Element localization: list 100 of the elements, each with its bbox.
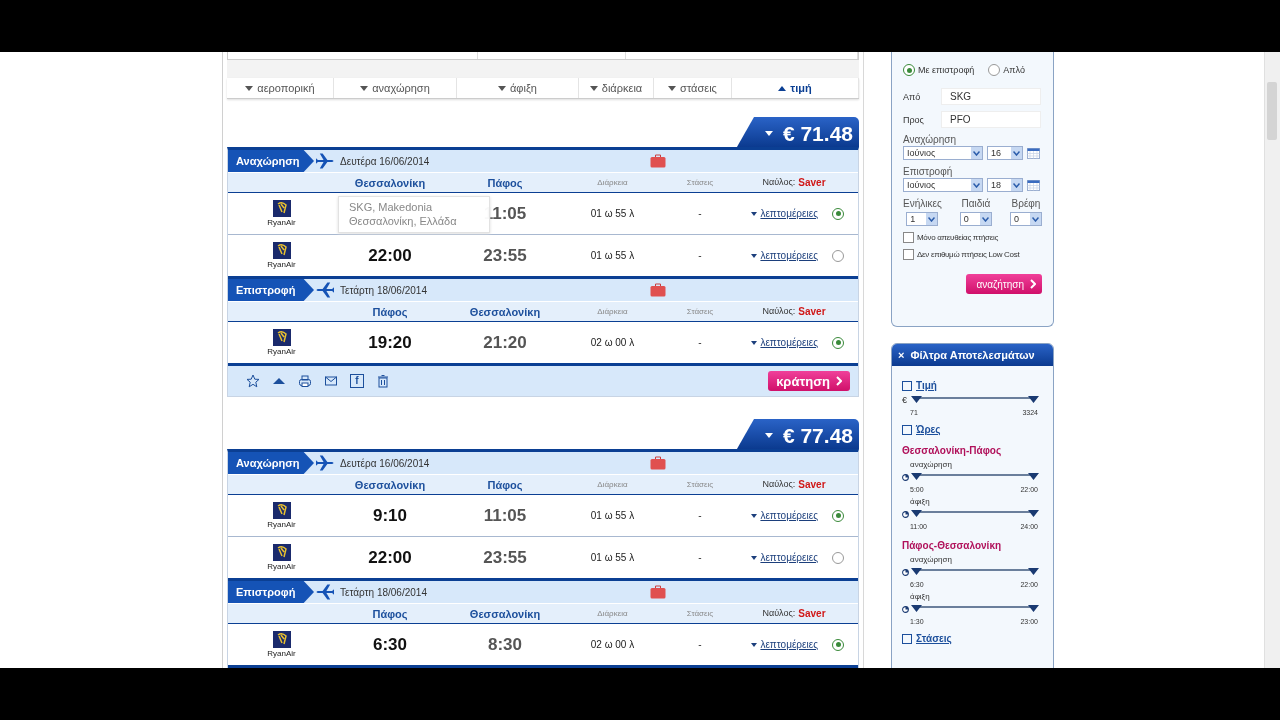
field-label: Προς	[903, 114, 925, 125]
sort-tab[interactable]: αναχώρηση	[334, 78, 457, 98]
column-header: Διάρκεια	[596, 609, 629, 618]
caret-icon	[751, 211, 758, 216]
print-icon[interactable]	[298, 374, 312, 388]
radio-label: Με επιστροφή	[918, 65, 975, 75]
chevron-icon	[1030, 279, 1036, 289]
flight-radio[interactable]	[832, 509, 844, 522]
collapse-icon[interactable]	[902, 633, 912, 644]
departure-time: 9:10	[372, 505, 408, 526]
sort-down-icon	[589, 85, 598, 91]
month-select[interactable]: Ιούνιος	[903, 146, 983, 160]
segment-date: Τετάρτη 18/06/2014	[340, 284, 427, 296]
details-link[interactable]: λεπτομέρειες	[751, 639, 818, 650]
trash-icon[interactable]	[376, 374, 390, 388]
duration: 01 ω 55 λ	[589, 510, 636, 521]
airline-name: RyanAir	[267, 218, 296, 227]
suitcase-icon	[650, 585, 666, 599]
collapse-icon[interactable]	[902, 380, 912, 391]
clock-icon	[902, 511, 909, 518]
fare-type: Saver	[798, 479, 826, 490]
fare-label: Ναύλος:	[762, 177, 796, 188]
caret-icon	[751, 340, 758, 345]
fare-label: Ναύλος:	[762, 479, 796, 490]
airline-logo-icon	[272, 329, 291, 346]
arrival-time: 23:55	[482, 547, 528, 568]
duration: 01 ω 55 λ	[589, 250, 636, 261]
details-link[interactable]: λεπτομέρειες	[751, 337, 818, 348]
sort-tab[interactable]: διάρκεια	[579, 78, 654, 98]
calendar-icon[interactable]	[1027, 147, 1040, 159]
departure-time: 6:30	[372, 634, 408, 655]
details-link[interactable]: λεπτομέρειες	[751, 552, 818, 563]
airline-logo-icon	[272, 242, 291, 259]
airline-name: RyanAir	[267, 520, 296, 529]
flight-radio[interactable]	[832, 336, 844, 349]
slider-label: αναχώρηση	[910, 460, 953, 469]
trip-radio[interactable]	[988, 64, 1001, 76]
column-header: Πάφος	[486, 478, 524, 491]
search-button[interactable]: αναζήτηση	[966, 274, 1042, 294]
sort-tab[interactable]: στάσεις	[654, 78, 732, 98]
caret-icon	[751, 555, 758, 560]
fare-type: Saver	[798, 306, 826, 317]
flight-radio[interactable]	[832, 249, 844, 262]
sort-down-icon	[360, 85, 369, 91]
field-label: Από	[903, 91, 922, 102]
column-header: Στάσεις	[685, 480, 715, 489]
route-heading: Θεσσαλονίκη-Πάφος	[902, 445, 1003, 456]
flight-radio[interactable]	[832, 551, 844, 564]
checkbox-label: Δεν επιθυμώ πτήσεις Low Cost	[917, 250, 1020, 259]
sort-tab[interactable]: αεροπορική	[227, 78, 334, 98]
day-select[interactable]: 16	[987, 146, 1023, 160]
filter-heading[interactable]: Τιμή	[916, 380, 937, 391]
mail-icon[interactable]	[324, 374, 338, 388]
details-link[interactable]: λεπτομέρειες	[751, 510, 818, 521]
filter-heading[interactable]: Ώρες	[916, 424, 941, 435]
count-select[interactable]: 0	[959, 212, 992, 226]
count-select[interactable]: 0	[1010, 212, 1042, 226]
trip-radio[interactable]	[903, 64, 915, 76]
price-tab[interactable]: € 71.48	[736, 117, 859, 147]
duration: 01 ω 55 λ	[589, 552, 636, 563]
count-select[interactable]: 1	[906, 212, 939, 226]
close-button[interactable]: ×	[898, 349, 905, 361]
filters-title: Φίλτρα Αποτελεσμάτων	[910, 349, 1035, 361]
field-label: Βρέφη	[1011, 198, 1041, 209]
stops: -	[697, 510, 703, 521]
field-label: Αναχώρηση	[903, 134, 958, 145]
plane-icon	[316, 455, 334, 471]
checkbox[interactable]	[903, 249, 914, 260]
airline-logo-icon	[272, 631, 291, 648]
flight-radio[interactable]	[832, 638, 844, 651]
segment-date: Τετάρτη 18/06/2014	[340, 586, 427, 598]
origin-field[interactable]: SKG	[941, 88, 1041, 105]
sort-tab[interactable]: τιμή	[732, 78, 859, 98]
month-select[interactable]: Ιούνιος	[903, 178, 983, 192]
calendar-icon[interactable]	[1027, 179, 1040, 191]
day-select[interactable]: 18	[987, 178, 1023, 192]
star-icon[interactable]	[246, 374, 260, 388]
stops: -	[697, 639, 703, 650]
details-link[interactable]: λεπτομέρειες	[751, 250, 818, 261]
destination-field[interactable]: PFO	[941, 111, 1041, 128]
checkbox[interactable]	[903, 232, 914, 243]
departure-time: 22:00	[367, 547, 413, 568]
arrival-time: 8:30	[487, 634, 523, 655]
slider-label: άφιξη	[910, 497, 931, 506]
book-button[interactable]: κράτηση	[768, 371, 850, 391]
flight-radio[interactable]	[832, 207, 844, 220]
collapse-icon[interactable]	[902, 424, 912, 435]
share-button[interactable]: f	[350, 374, 364, 388]
sort-tab[interactable]: άφιξη	[457, 78, 579, 98]
scrollbar[interactable]	[1264, 52, 1280, 668]
column-header: Στάσεις	[685, 178, 715, 187]
arrival-time: 11:05	[482, 505, 528, 526]
field-label: Ενήλικες	[903, 198, 942, 209]
details-link[interactable]: λεπτομέρειες	[751, 208, 818, 219]
price-tab[interactable]: € 77.48	[736, 419, 859, 449]
column-header: Θεσσαλονίκη	[468, 607, 542, 620]
plane-icon	[316, 282, 334, 298]
clock-icon	[902, 569, 909, 576]
stops: -	[697, 250, 703, 261]
filter-heading[interactable]: Στάσεις	[916, 633, 952, 644]
